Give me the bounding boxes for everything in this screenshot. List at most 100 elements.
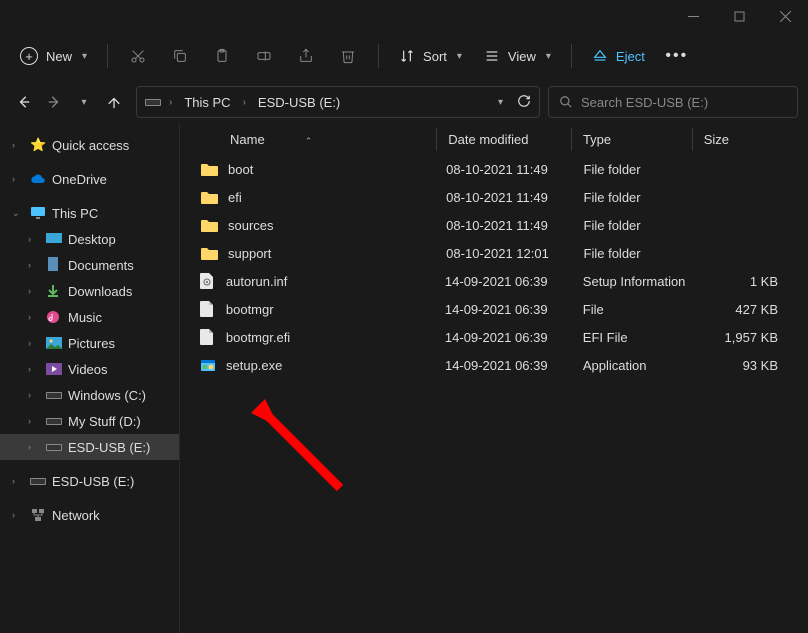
recent-locations-button[interactable]: ▾ — [76, 94, 92, 110]
breadcrumb[interactable]: › This PC › ESD-USB (E:) ▾ — [136, 86, 540, 118]
chevron-down-icon: ▾ — [546, 51, 551, 62]
more-button[interactable]: ••• — [657, 39, 697, 73]
delete-button[interactable] — [328, 39, 368, 73]
monitor-icon — [30, 205, 46, 221]
drive-icon — [145, 96, 161, 108]
sidebar-label: Videos — [68, 362, 108, 377]
music-icon — [46, 309, 62, 325]
file-row[interactable]: support 08-10-2021 12:01 File folder — [180, 239, 808, 267]
sidebar-item-esd-usb-e-2[interactable]: › ESD-USB (E:) — [0, 468, 179, 494]
chevron-right-icon: › — [28, 312, 40, 322]
sidebar-label: Documents — [68, 258, 134, 273]
breadcrumb-dropdown[interactable]: ▾ — [498, 97, 503, 108]
share-button[interactable] — [286, 39, 326, 73]
file-row[interactable]: bootmgr 14-09-2021 06:39 File 427 KB — [180, 295, 808, 323]
back-button[interactable] — [16, 94, 32, 110]
file-name: setup.exe — [226, 358, 435, 373]
view-button[interactable]: View ▾ — [474, 44, 561, 68]
column-header-name[interactable]: Name⌃ — [230, 132, 448, 147]
folder-icon — [200, 217, 218, 233]
new-button[interactable]: + New ▾ — [10, 43, 97, 69]
file-size: 1,957 KB — [707, 330, 778, 345]
cut-button[interactable] — [118, 39, 158, 73]
sidebar-item-documents[interactable]: › Documents — [0, 252, 179, 278]
sidebar-item-desktop[interactable]: › Desktop — [0, 226, 179, 252]
file-row[interactable]: sources 08-10-2021 11:49 File folder — [180, 211, 808, 239]
forward-button[interactable] — [46, 94, 62, 110]
sidebar-item-videos[interactable]: › Videos — [0, 356, 179, 382]
downloads-icon — [46, 283, 62, 299]
file-row[interactable]: efi 08-10-2021 11:49 File folder — [180, 183, 808, 211]
sidebar-item-windows-c[interactable]: › Windows (C:) — [0, 382, 179, 408]
sidebar-item-network[interactable]: › Network — [0, 502, 179, 528]
chevron-right-icon: › — [169, 97, 172, 108]
videos-icon — [46, 361, 62, 377]
file-row[interactable]: boot 08-10-2021 11:49 File folder — [180, 155, 808, 183]
refresh-button[interactable] — [517, 94, 531, 111]
file-date: 08-10-2021 11:49 — [446, 162, 573, 177]
file-type: Setup Information — [583, 274, 698, 289]
view-label: View — [508, 49, 536, 64]
breadcrumb-item[interactable]: ESD-USB (E:) — [254, 93, 344, 112]
file-row[interactable]: bootmgr.efi 14-09-2021 06:39 EFI File 1,… — [180, 323, 808, 351]
sidebar-label: Downloads — [68, 284, 132, 299]
chevron-right-icon: › — [12, 476, 24, 486]
column-header-type[interactable]: Type — [583, 132, 704, 147]
up-button[interactable] — [106, 94, 122, 110]
network-icon — [30, 507, 46, 523]
sidebar-item-music[interactable]: › Music — [0, 304, 179, 330]
eject-label: Eject — [616, 49, 645, 64]
column-header-date[interactable]: Date modified — [448, 132, 583, 147]
file-list: Name⌃ Date modified Type Size boot 08-10… — [180, 124, 808, 633]
sidebar-item-quick-access[interactable]: › ⭐ Quick access — [0, 132, 179, 158]
copy-button[interactable] — [160, 39, 200, 73]
rename-button[interactable] — [244, 39, 284, 73]
desktop-icon — [46, 231, 62, 247]
config-icon — [200, 273, 216, 289]
file-date: 14-09-2021 06:39 — [445, 358, 573, 373]
file-date: 08-10-2021 11:49 — [446, 218, 573, 233]
chevron-down-icon: ▾ — [457, 51, 462, 62]
new-label: New — [46, 49, 72, 64]
breadcrumb-item[interactable]: This PC — [180, 93, 234, 112]
sidebar-label: My Stuff (D:) — [68, 414, 141, 429]
file-date: 14-09-2021 06:39 — [445, 330, 573, 345]
chevron-right-icon: › — [28, 260, 40, 270]
search-box[interactable] — [548, 86, 798, 118]
sidebar-item-onedrive[interactable]: › OneDrive — [0, 166, 179, 192]
file-row[interactable]: autorun.inf 14-09-2021 06:39 Setup Infor… — [180, 267, 808, 295]
maximize-button[interactable] — [716, 0, 762, 32]
chevron-right-icon: › — [28, 364, 40, 374]
drive-icon — [46, 439, 62, 455]
paste-button[interactable] — [202, 39, 242, 73]
close-button[interactable] — [762, 0, 808, 32]
sidebar-item-this-pc[interactable]: ⌄ This PC — [0, 200, 179, 226]
sidebar-item-pictures[interactable]: › Pictures — [0, 330, 179, 356]
search-input[interactable] — [581, 95, 787, 110]
cloud-icon — [30, 171, 46, 187]
file-date: 08-10-2021 12:01 — [446, 246, 573, 261]
file-type: File folder — [584, 218, 698, 233]
chevron-right-icon: › — [12, 140, 24, 150]
file-size: 1 KB — [707, 274, 778, 289]
file-name: support — [228, 246, 436, 261]
chevron-right-icon: › — [28, 286, 40, 296]
chevron-right-icon: › — [28, 234, 40, 244]
file-row[interactable]: setup.exe 14-09-2021 06:39 Application 9… — [180, 351, 808, 379]
plus-circle-icon: + — [20, 47, 38, 65]
pictures-icon — [46, 335, 62, 351]
sidebar-item-downloads[interactable]: › Downloads — [0, 278, 179, 304]
minimize-button[interactable] — [670, 0, 716, 32]
search-icon — [559, 95, 573, 109]
sidebar-label: Music — [68, 310, 102, 325]
eject-button[interactable]: Eject — [582, 44, 655, 68]
chevron-down-icon: ⌄ — [12, 208, 24, 219]
file-date: 14-09-2021 06:39 — [445, 302, 573, 317]
file-name: sources — [228, 218, 436, 233]
column-header-size[interactable]: Size — [704, 132, 778, 147]
sort-button[interactable]: Sort ▾ — [389, 44, 472, 68]
sidebar-item-esd-usb-e[interactable]: › ESD-USB (E:) — [0, 434, 179, 460]
sidebar-item-my-stuff-d[interactable]: › My Stuff (D:) — [0, 408, 179, 434]
folder-icon — [200, 189, 218, 205]
chevron-right-icon: › — [28, 442, 40, 452]
